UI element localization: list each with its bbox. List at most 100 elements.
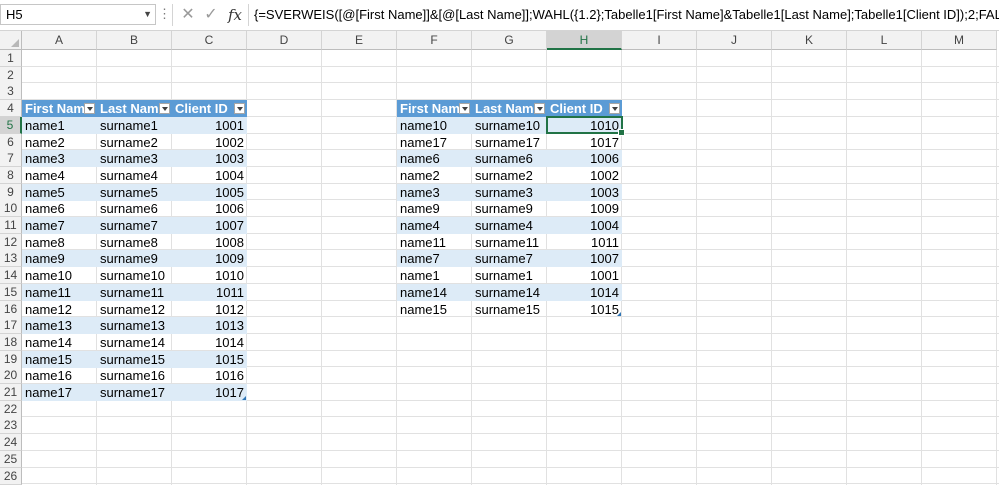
table-cell[interactable]: surname3 — [97, 150, 172, 168]
table-cell[interactable]: name5 — [22, 183, 97, 201]
table-cell[interactable]: 1005 — [172, 183, 247, 201]
row-header-10[interactable]: 10 — [0, 200, 22, 218]
table-cell[interactable]: surname7 — [472, 250, 547, 268]
table-cell[interactable]: 1009 — [172, 250, 247, 268]
filter-dropdown-icon[interactable] — [534, 103, 545, 115]
table-cell[interactable]: 1010 — [172, 267, 247, 284]
table-cell[interactable]: 1007 — [547, 250, 622, 268]
table-cell[interactable]: surname4 — [472, 217, 547, 234]
table-cell[interactable]: surname17 — [472, 134, 547, 151]
table-cell[interactable]: name15 — [397, 301, 472, 318]
column-header-d[interactable]: D — [247, 31, 322, 50]
table-cell[interactable]: name17 — [22, 384, 97, 401]
column-header-k[interactable]: K — [772, 31, 847, 50]
table-resize-handle[interactable] — [617, 312, 621, 317]
enter-icon[interactable]: ✓ — [201, 5, 221, 25]
table-header-cell[interactable]: Last Name — [472, 100, 547, 118]
column-header-m[interactable]: M — [922, 31, 997, 50]
row-header-13[interactable]: 13 — [0, 250, 22, 268]
table-cell[interactable]: 1016 — [172, 367, 247, 384]
table-header-cell[interactable]: Client ID — [172, 100, 247, 118]
row-header-26[interactable]: 26 — [0, 467, 22, 485]
filter-dropdown-icon[interactable] — [609, 103, 620, 115]
select-all-button[interactable] — [0, 31, 22, 50]
table-cell[interactable]: surname14 — [97, 334, 172, 351]
filter-dropdown-icon[interactable] — [84, 103, 95, 115]
table-cell[interactable]: 1006 — [172, 200, 247, 217]
table-cell[interactable]: 1004 — [172, 167, 247, 184]
filter-dropdown-icon[interactable] — [234, 103, 245, 115]
table-cell[interactable]: name2 — [397, 167, 472, 184]
column-header-h[interactable]: H — [547, 31, 622, 50]
table-cell[interactable]: 1001 — [547, 267, 622, 284]
row-header-14[interactable]: 14 — [0, 267, 22, 285]
table-cell[interactable]: name16 — [22, 367, 97, 384]
table-cell[interactable]: name14 — [397, 283, 472, 301]
table-cell[interactable]: surname6 — [472, 150, 547, 168]
table-cell[interactable]: surname2 — [472, 167, 547, 184]
more-options-icon[interactable]: ⋮ — [158, 6, 171, 22]
table-cell[interactable]: 1015 — [172, 350, 247, 368]
table-cell[interactable]: surname11 — [472, 234, 547, 251]
table-cell[interactable]: surname17 — [97, 384, 172, 401]
table-cell[interactable]: 1004 — [547, 217, 622, 234]
table-cell[interactable]: 1009 — [547, 200, 622, 217]
table-cell[interactable]: name3 — [397, 183, 472, 201]
table-header-cell[interactable]: First Name — [397, 100, 472, 118]
table-cell[interactable]: surname3 — [472, 183, 547, 201]
table-header-cell[interactable]: Last Name — [97, 100, 172, 118]
table-cell[interactable]: name7 — [397, 250, 472, 268]
table-cell[interactable]: name9 — [397, 200, 472, 217]
table-cell[interactable]: 1011 — [172, 283, 247, 301]
column-header-a[interactable]: A — [22, 31, 97, 50]
table-cell[interactable]: name1 — [397, 267, 472, 284]
table-cell[interactable]: 1002 — [547, 167, 622, 184]
column-header-j[interactable]: J — [697, 31, 772, 50]
formula-input[interactable]: {=SVERWEIS([@[First Name]]&[@[Last Name]… — [254, 5, 999, 25]
table-cell[interactable]: surname15 — [97, 350, 172, 368]
row-header-15[interactable]: 15 — [0, 283, 22, 301]
column-header-b[interactable]: B — [97, 31, 172, 50]
table-cell[interactable]: 1015 — [547, 301, 622, 318]
table-cell[interactable]: 1003 — [172, 150, 247, 168]
table-cell[interactable]: 1006 — [547, 150, 622, 168]
table-cell[interactable]: name15 — [22, 350, 97, 368]
row-header-9[interactable]: 9 — [0, 183, 22, 201]
column-header-l[interactable]: L — [847, 31, 922, 50]
table-cell[interactable]: name1 — [22, 116, 97, 134]
row-header-7[interactable]: 7 — [0, 150, 22, 168]
table-cell[interactable]: name12 — [22, 301, 97, 318]
table-cell[interactable]: surname10 — [97, 267, 172, 284]
table-cell[interactable]: surname11 — [97, 283, 172, 301]
row-header-21[interactable]: 21 — [0, 384, 22, 401]
table-cell[interactable]: 1014 — [547, 283, 622, 301]
table-cell[interactable]: surname9 — [472, 200, 547, 217]
table-cell[interactable]: name17 — [397, 134, 472, 151]
table-cell[interactable]: 1001 — [172, 116, 247, 134]
column-header-c[interactable]: C — [172, 31, 247, 50]
row-header-24[interactable]: 24 — [0, 434, 22, 452]
table-header-cell[interactable]: Client ID — [547, 100, 622, 118]
table-cell[interactable]: name14 — [22, 334, 97, 351]
table-cell[interactable]: surname15 — [472, 301, 547, 318]
table-cell[interactable]: name13 — [22, 317, 97, 335]
table-cell[interactable]: name11 — [22, 283, 97, 301]
name-box[interactable]: H5 ▼ — [0, 4, 156, 25]
table-cell[interactable]: surname14 — [472, 283, 547, 301]
row-header-25[interactable]: 25 — [0, 450, 22, 468]
table-cell[interactable]: surname10 — [472, 116, 547, 134]
insert-function-icon[interactable]: fx — [225, 5, 245, 25]
table-cell[interactable]: name3 — [22, 150, 97, 168]
table-cell[interactable]: name10 — [397, 116, 472, 134]
row-header-19[interactable]: 19 — [0, 350, 22, 368]
row-header-5[interactable]: 5 — [0, 116, 22, 134]
cancel-icon[interactable]: ✕ — [178, 5, 198, 25]
table-cell[interactable]: name6 — [397, 150, 472, 168]
table-cell[interactable]: name10 — [22, 267, 97, 284]
filter-dropdown-icon[interactable] — [459, 103, 470, 115]
row-header-4[interactable]: 4 — [0, 100, 22, 118]
row-header-18[interactable]: 18 — [0, 333, 22, 351]
table-cell[interactable]: surname6 — [97, 200, 172, 217]
table-cell[interactable]: surname16 — [97, 367, 172, 384]
table-cell[interactable]: 1014 — [172, 334, 247, 351]
